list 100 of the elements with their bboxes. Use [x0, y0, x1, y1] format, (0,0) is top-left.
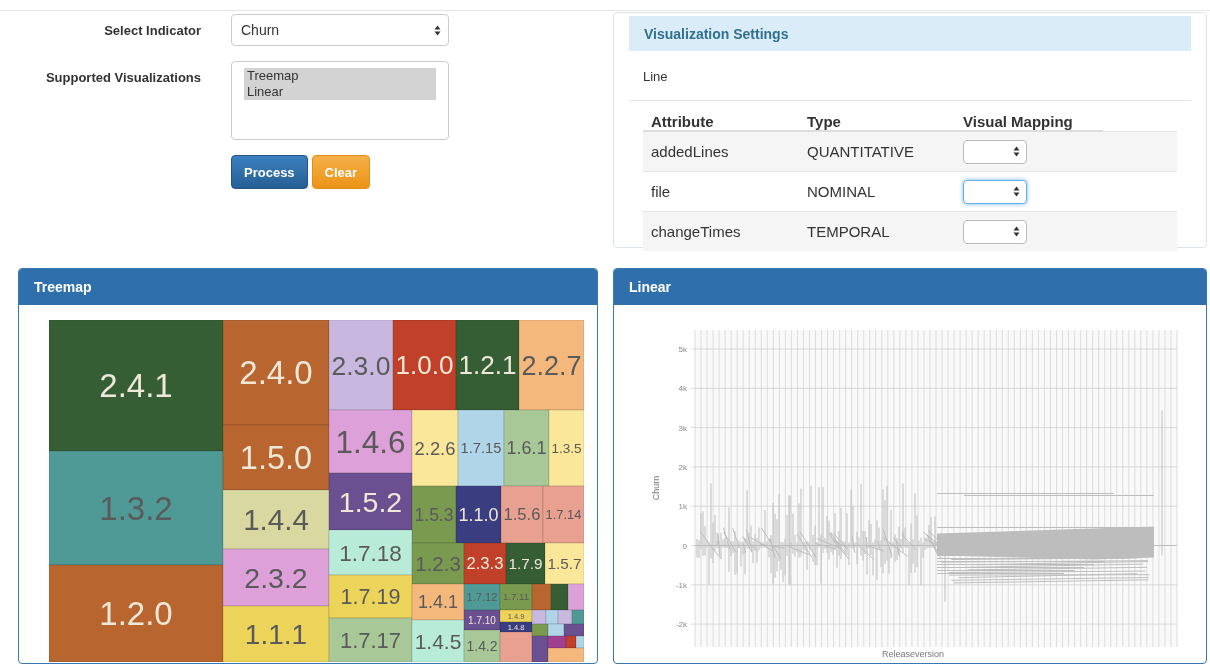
table-cell: addedLines — [643, 131, 799, 172]
treemap-tile[interactable] — [49, 564, 224, 662]
treemap-tile[interactable] — [565, 635, 577, 649]
tile-label: 1.6.1 — [506, 438, 547, 459]
treemap-tile[interactable] — [463, 542, 507, 585]
table-cell: TEMPORAL — [799, 211, 955, 251]
treemap-tile[interactable] — [545, 609, 559, 625]
tile-label: 1.4.4 — [243, 503, 309, 537]
treemap-tile[interactable] — [455, 320, 520, 411]
treemap-tile[interactable] — [457, 409, 505, 487]
treemap-tile[interactable] — [499, 583, 533, 611]
tile-label: 1.5.3 — [414, 504, 454, 525]
treemap-tile[interactable] — [531, 635, 549, 662]
treemap-tile[interactable] — [328, 320, 394, 411]
tile-label: 2.3.0 — [331, 350, 391, 381]
tile-label: 1.2.3 — [415, 551, 461, 575]
tile-label: 1.7.19 — [340, 585, 401, 610]
tile-label: 1.4.2 — [466, 638, 498, 654]
treemap-tile[interactable] — [328, 472, 413, 531]
treemap-tile[interactable] — [531, 583, 552, 611]
treemap-tile[interactable] — [222, 489, 330, 550]
panel-header: Visualization Settings — [629, 16, 1191, 51]
treemap-tile[interactable] — [222, 548, 330, 607]
action-button[interactable]: Process — [231, 155, 308, 189]
axis-tick-label: 5k — [678, 345, 687, 354]
treemap-tile[interactable] — [548, 409, 584, 487]
tile-label: 1.4.6 — [335, 423, 406, 460]
treemap-tile[interactable] — [531, 623, 549, 637]
treemap-tile[interactable] — [328, 617, 413, 662]
treemap-tile[interactable] — [49, 450, 224, 566]
tile-label: 1.7.14 — [545, 507, 582, 523]
treemap-tile[interactable] — [563, 623, 584, 637]
treemap-tile[interactable] — [547, 635, 567, 649]
treemap-tile[interactable] — [547, 623, 565, 637]
treemap-tile[interactable] — [518, 320, 584, 411]
treemap-tile[interactable] — [411, 583, 465, 621]
visualization-listbox[interactable]: Treemap Linear — [231, 61, 449, 140]
treemap-tile[interactable] — [567, 583, 584, 611]
treemap-tile[interactable] — [463, 609, 501, 631]
treemap-tile[interactable] — [392, 320, 457, 411]
treemap-tile[interactable] — [328, 409, 413, 474]
dropdown-arrows-icon — [434, 24, 441, 36]
treemap-tile[interactable] — [503, 409, 550, 487]
tile-label: 2.2.6 — [414, 437, 456, 459]
treemap-tile[interactable] — [557, 609, 573, 625]
treemap-tile[interactable] — [455, 485, 502, 544]
treemap-tile[interactable] — [544, 542, 584, 585]
tile-label: 1.7.12 — [466, 591, 498, 603]
list-option[interactable]: Linear — [244, 84, 436, 100]
treemap-tile[interactable] — [328, 574, 413, 619]
tile-label: 1.7.10 — [468, 614, 496, 626]
treemap-tile[interactable] — [463, 629, 501, 662]
axis-tick-label: -2k — [675, 620, 687, 630]
tile-label: 2.2.7 — [521, 350, 582, 381]
treemap-tile[interactable] — [222, 320, 330, 426]
dropdown-arrows-icon — [1013, 186, 1020, 197]
axis-title: Releaseversion — [882, 649, 944, 659]
tile-label: 1.7.11 — [502, 591, 530, 603]
axis-title: Churn — [651, 475, 661, 501]
treemap-tile[interactable] — [463, 583, 501, 611]
indicator-dropdown[interactable]: Churn — [231, 14, 449, 46]
treemap-tile[interactable] — [411, 409, 459, 487]
treemap-tile[interactable] — [411, 619, 465, 662]
tile-label: 2.3.2 — [244, 561, 308, 594]
axis-tick-label: 4k — [678, 384, 687, 394]
tile-label: 1.2.1 — [458, 350, 517, 381]
tile-label: 2.4.1 — [99, 367, 173, 405]
tile-label: 1.7.15 — [460, 440, 502, 457]
table-cell: changeTimes — [643, 211, 799, 251]
dropdown-arrows-icon — [1013, 226, 1020, 237]
tile-label: 1.7.18 — [339, 540, 402, 566]
treemap-tile[interactable] — [542, 485, 584, 544]
treemap-tile[interactable] — [531, 609, 547, 625]
treemap-tile[interactable] — [505, 542, 546, 585]
treemap-tile[interactable] — [499, 631, 533, 662]
treemap-tile[interactable] — [547, 647, 584, 662]
dropdown-arrows-icon — [1013, 146, 1020, 157]
tile-label: 1.5.7 — [547, 555, 582, 572]
tile-label: 1.1.0 — [458, 504, 499, 525]
treemap-tile[interactable] — [222, 605, 330, 662]
list-option[interactable]: Treemap — [244, 68, 436, 84]
tile-label: 1.5.2 — [338, 485, 403, 518]
tile-label: 2.3.3 — [466, 554, 504, 574]
tile-label: 1.7.17 — [339, 627, 402, 653]
treemap-tile[interactable] — [575, 635, 584, 649]
treemap-tile[interactable] — [411, 485, 457, 544]
treemap-tile[interactable] — [411, 542, 465, 585]
tile-label: 1.5.0 — [239, 440, 313, 477]
tile-label: 1.5.6 — [503, 505, 541, 525]
axis-tick-label: 2k — [678, 462, 687, 472]
tile-label: 1.4.5 — [414, 629, 462, 653]
treemap-tile[interactable] — [571, 609, 584, 625]
tile-label: 1.0.0 — [395, 350, 454, 381]
treemap-tile[interactable] — [328, 529, 413, 576]
panel-header: Treemap — [19, 269, 597, 305]
treemap-tile[interactable] — [500, 485, 544, 544]
treemap-tile[interactable] — [222, 424, 330, 491]
treemap-tile[interactable] — [499, 609, 533, 623]
treemap-tile[interactable] — [49, 320, 224, 452]
field-label: Select Indicator — [103, 23, 201, 38]
